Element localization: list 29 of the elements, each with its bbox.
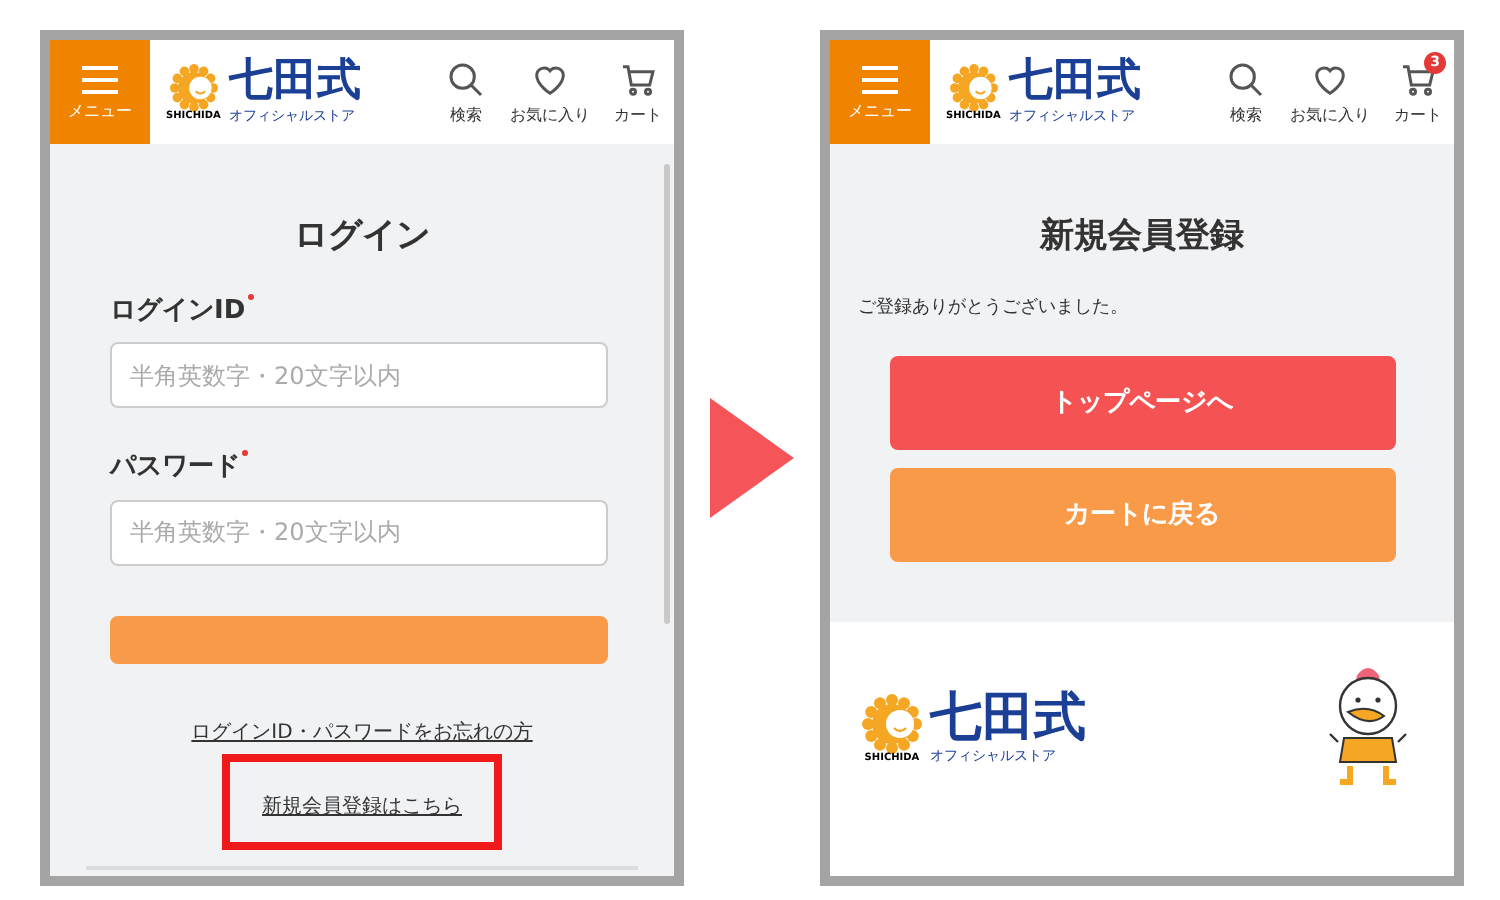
sun-logo-icon <box>169 63 218 111</box>
sun-logo-icon <box>949 63 998 111</box>
nav-button[interactable]: お気に入り <box>1286 60 1374 124</box>
search-icon <box>1226 60 1266 100</box>
brand-name: 七田式 <box>930 692 1086 745</box>
brand-name: 七田式 <box>228 59 361 104</box>
nav-button[interactable]: お気に入り <box>506 60 594 124</box>
page-title: 新規会員登録 <box>1040 214 1244 260</box>
text-link[interactable]: 新規会員登録はこちら <box>262 795 462 817</box>
text-link[interactable]: ログインID・パスワードをお忘れの方 <box>191 721 533 743</box>
menu-icon <box>860 64 900 96</box>
right-arrow-icon <box>710 398 794 518</box>
login-button[interactable] <box>110 615 608 663</box>
nav-button[interactable]: 検索 <box>1222 60 1270 124</box>
input-field[interactable]: 半角英数字・20文字以内 <box>110 342 608 408</box>
field-label: パスワード <box>110 450 240 486</box>
brand-name: 七田式 <box>1008 59 1141 104</box>
field-label: ログインID <box>110 293 246 329</box>
cart-icon <box>618 60 658 100</box>
input-field[interactable]: 半角英数字・20文字以内 <box>110 499 608 565</box>
page-title: ログイン <box>294 214 430 260</box>
heart-icon <box>1310 60 1350 100</box>
nav-button[interactable]: カート <box>610 60 666 124</box>
nav-button[interactable]: 検索 <box>442 60 490 124</box>
thank-you-message: ご登録ありがとうございました。 <box>858 295 1130 321</box>
search-icon <box>446 60 486 100</box>
sun-logo-icon <box>862 694 922 754</box>
menu-icon <box>80 64 120 96</box>
heart-icon <box>530 60 570 100</box>
